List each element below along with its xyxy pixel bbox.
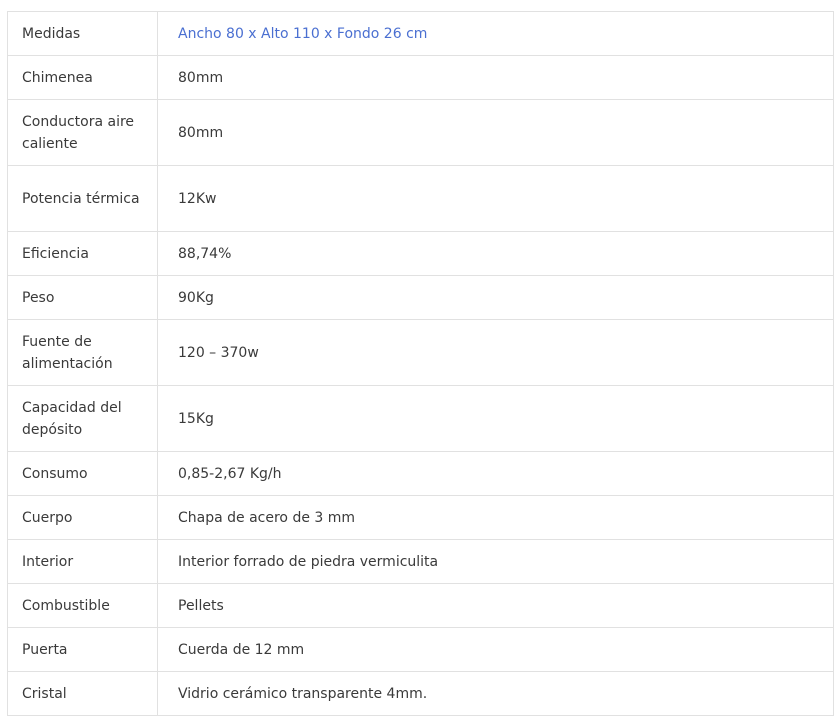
spec-value: Pellets [157, 583, 834, 628]
spec-row-medidas: Medidas Ancho 80 x Alto 110 x Fondo 26 c… [7, 11, 834, 56]
spec-row-consumo: Consumo 0,85-2,67 Kg/h [7, 451, 834, 496]
spec-label: Puerta [7, 627, 158, 672]
spec-row-eficiencia: Eficiencia 88,74% [7, 231, 834, 276]
spec-label: Consumo [7, 451, 158, 496]
spec-value: Vidrio cerámico transparente 4mm. [157, 671, 834, 716]
spec-label: Peso [7, 275, 158, 320]
spec-row-interior: Interior Interior forrado de piedra verm… [7, 539, 834, 584]
spec-value: 120 – 370w [157, 319, 834, 386]
spec-row-cuerpo: Cuerpo Chapa de acero de 3 mm [7, 495, 834, 540]
spec-row-potencia: Potencia térmica 12Kw [7, 165, 834, 232]
spec-label: Capacidad del depósito [7, 385, 158, 452]
spec-label: Eficiencia [7, 231, 158, 276]
specifications-table: Medidas Ancho 80 x Alto 110 x Fondo 26 c… [7, 11, 834, 716]
spec-value: 12Kw [157, 165, 834, 232]
spec-row-chimenea: Chimenea 80mm [7, 55, 834, 100]
spec-row-fuente: Fuente de alimentación 120 – 370w [7, 319, 834, 386]
spec-value: 15Kg [157, 385, 834, 452]
spec-value: 80mm [157, 55, 834, 100]
spec-label: Medidas [7, 11, 158, 56]
spec-value: Cuerda de 12 mm [157, 627, 834, 672]
spec-label: Cristal [7, 671, 158, 716]
spec-label: Conductora aire caliente [7, 99, 158, 166]
spec-value: Chapa de acero de 3 mm [157, 495, 834, 540]
spec-value: 88,74% [157, 231, 834, 276]
spec-row-conductora: Conductora aire caliente 80mm [7, 99, 834, 166]
spec-row-peso: Peso 90Kg [7, 275, 834, 320]
spec-label: Potencia térmica [7, 165, 158, 232]
spec-label: Fuente de alimentación [7, 319, 158, 386]
spec-value: 80mm [157, 99, 834, 166]
spec-value: 90Kg [157, 275, 834, 320]
spec-label: Combustible [7, 583, 158, 628]
spec-value: 0,85-2,67 Kg/h [157, 451, 834, 496]
spec-row-puerta: Puerta Cuerda de 12 mm [7, 627, 834, 672]
spec-label: Cuerpo [7, 495, 158, 540]
spec-row-capacidad: Capacidad del depósito 15Kg [7, 385, 834, 452]
spec-value: Interior forrado de piedra vermiculita [157, 539, 834, 584]
spec-row-cristal: Cristal Vidrio cerámico transparente 4mm… [7, 671, 834, 716]
spec-row-combustible: Combustible Pellets [7, 583, 834, 628]
spec-value: Ancho 80 x Alto 110 x Fondo 26 cm [157, 11, 834, 56]
spec-label: Chimenea [7, 55, 158, 100]
spec-label: Interior [7, 539, 158, 584]
